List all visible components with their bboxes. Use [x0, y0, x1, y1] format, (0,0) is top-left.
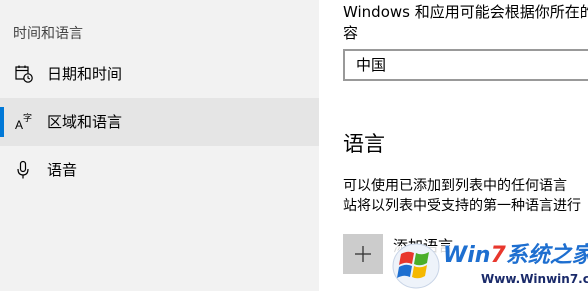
sidebar-item-label: 区域和语言 [47, 113, 123, 131]
svg-text:字: 字 [23, 112, 32, 124]
sidebar-item-label: 语音 [47, 161, 78, 179]
microphone-icon [14, 160, 34, 180]
calendar-clock-icon [14, 64, 34, 84]
language-description-line: 站将以列表中受支持的第一种语言进行 [343, 198, 581, 214]
sidebar-section-title: 时间和语言 [13, 26, 83, 42]
sidebar-item-date-time[interactable]: 日期和时间 [0, 50, 319, 98]
sidebar-item-speech[interactable]: 语音 [0, 146, 319, 194]
sidebar-item-region-language[interactable]: A 字 区域和语言 [0, 98, 319, 146]
language-description-line: 可以使用已添加到列表中的任何语言 [343, 178, 567, 194]
plus-icon [343, 234, 383, 274]
watermark-title: Win7系统之家 [443, 242, 588, 270]
sidebar-item-label: 日期和时间 [47, 65, 123, 83]
active-indicator [0, 107, 4, 137]
language-heading: 语言 [343, 132, 385, 156]
region-description: Windows 和应用可能会根据你所在的 容 [343, 2, 588, 44]
country-region-select[interactable]: 中国 [343, 49, 588, 81]
svg-text:A: A [15, 118, 23, 132]
watermark-url: Www.Winwin7.com [481, 272, 588, 286]
sidebar: 时间和语言 日期和时间 A 字 区域和语言 语音 [0, 0, 319, 291]
country-region-value: 中国 [356, 56, 387, 74]
region-language-icon: A 字 [14, 112, 34, 132]
watermark-title-part: Win [443, 243, 491, 268]
description-line: 容 [343, 24, 359, 42]
windows-logo-icon [391, 238, 441, 294]
site-watermark: Win7系统之家 Www.Winwin7.com [389, 238, 588, 291]
language-description: 可以使用已添加到列表中的任何语言 站将以列表中受支持的第一种语言进行 [343, 176, 581, 216]
watermark-title-part: 系统之家 [505, 243, 588, 268]
watermark-title-part: 7 [490, 243, 506, 268]
description-line: Windows 和应用可能会根据你所在的 [343, 3, 588, 21]
